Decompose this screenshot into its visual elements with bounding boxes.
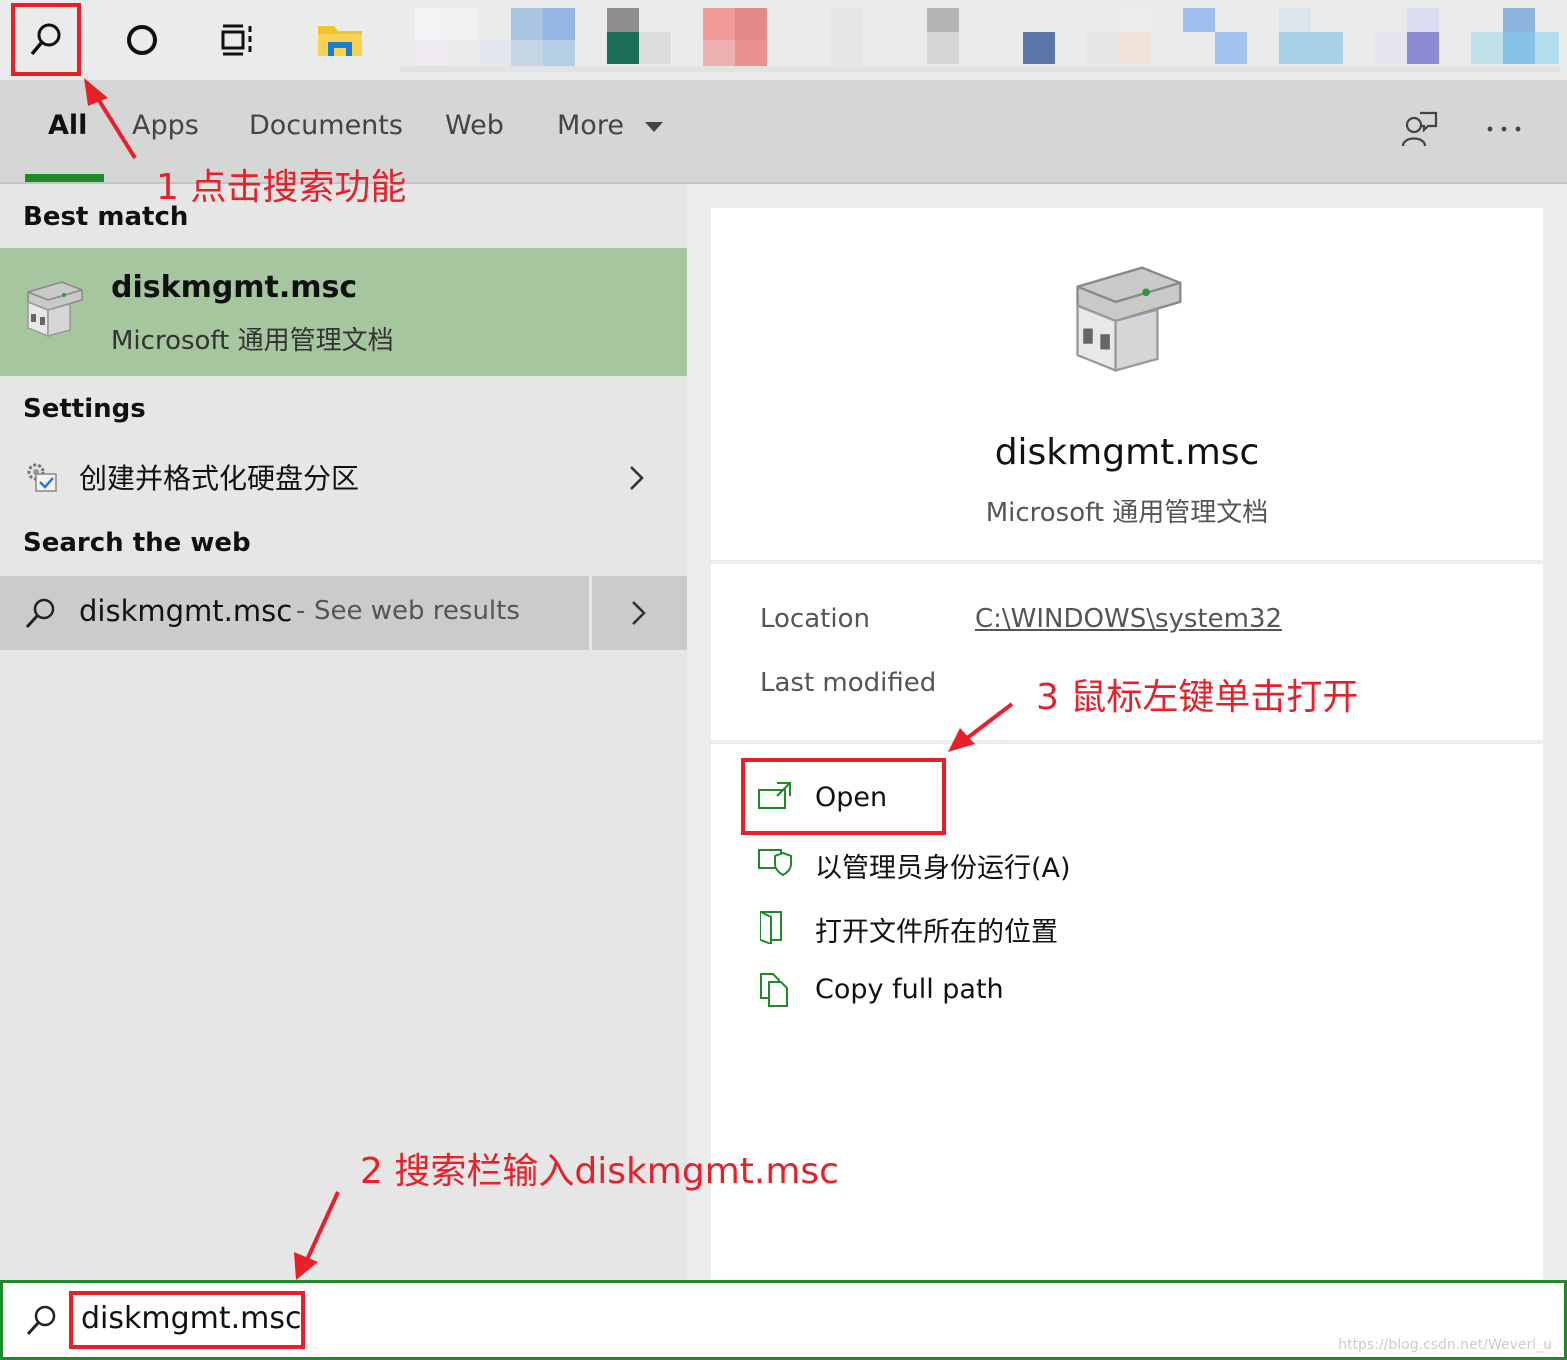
tab-web[interactable]: Web bbox=[445, 110, 504, 141]
web-result-expand-button[interactable] bbox=[592, 576, 687, 650]
web-query: diskmgmt.msc bbox=[79, 594, 293, 628]
settings-result[interactable]: 创建并格式化硬盘分区 bbox=[0, 442, 687, 512]
search-icon bbox=[26, 1305, 56, 1336]
location-label: Location bbox=[760, 604, 870, 634]
folder-icon bbox=[318, 26, 362, 56]
search-icon bbox=[25, 598, 55, 629]
preview-pane: diskmgmt.msc Microsoft 通用管理文档 Location C… bbox=[687, 184, 1567, 1280]
tab-all[interactable]: All bbox=[48, 110, 87, 141]
open-file-location-label: 打开文件所在的位置 bbox=[815, 917, 1058, 948]
cortana-button[interactable] bbox=[106, 4, 178, 76]
chevron-right-icon[interactable] bbox=[628, 464, 646, 492]
folder-location-icon bbox=[760, 911, 782, 944]
cortana-icon bbox=[127, 25, 157, 55]
last-modified-label: Last modified bbox=[760, 668, 937, 698]
location-link[interactable]: C:\WINDOWS\system32 bbox=[975, 604, 1282, 634]
tab-more[interactable]: More bbox=[557, 110, 665, 141]
annotation-step-2: 2 搜索栏输入diskmgmt.msc bbox=[360, 1151, 839, 1192]
task-view-button[interactable] bbox=[202, 4, 274, 76]
web-results-label: See web results bbox=[314, 596, 520, 626]
annotation-box-input bbox=[69, 1291, 305, 1349]
annotation-step-1: 1 点击搜索功能 bbox=[156, 167, 407, 208]
best-match-result[interactable]: diskmgmt.msc Microsoft 通用管理文档 bbox=[0, 248, 687, 376]
settings-result-label: 创建并格式化硬盘分区 bbox=[79, 462, 360, 495]
task-view-icon bbox=[221, 24, 252, 56]
annotation-step-3: 3 鼠标左键单击打开 bbox=[1036, 677, 1359, 718]
chevron-right-icon bbox=[632, 601, 646, 625]
run-as-admin-label: 以管理员身份运行(A) bbox=[815, 853, 1071, 884]
settings-heading: Settings bbox=[23, 394, 146, 424]
preview-title: diskmgmt.msc bbox=[994, 432, 1260, 473]
file-explorer-button[interactable] bbox=[304, 4, 376, 76]
tab-apps[interactable]: Apps bbox=[132, 110, 199, 141]
run-as-admin-action[interactable]: 以管理员身份运行(A) bbox=[757, 842, 1177, 886]
more-options-icon[interactable] bbox=[1484, 124, 1524, 134]
tab-documents[interactable]: Documents bbox=[249, 110, 403, 141]
disk-management-icon bbox=[1076, 266, 1182, 373]
tab-more-label: More bbox=[557, 110, 624, 141]
feedback-icon[interactable] bbox=[1400, 110, 1438, 148]
best-match-subtitle: Microsoft 通用管理文档 bbox=[111, 326, 394, 356]
open-file-location-action[interactable]: 打开文件所在的位置 bbox=[757, 906, 1177, 950]
watermark: https://blog.csdn.net/Weverl_u bbox=[1338, 1337, 1552, 1353]
preview-header: diskmgmt.msc Microsoft 通用管理文档 bbox=[711, 208, 1543, 560]
preview-subtitle: Microsoft 通用管理文档 bbox=[985, 498, 1269, 528]
taskbar bbox=[0, 0, 1567, 80]
active-tab-indicator bbox=[25, 174, 104, 182]
annotation-box-open bbox=[741, 758, 946, 835]
shield-icon bbox=[758, 849, 792, 877]
annotation-box-search bbox=[11, 3, 81, 76]
caret-down-icon bbox=[644, 121, 663, 132]
web-search-result[interactable]: diskmgmt.msc - See web results bbox=[0, 576, 589, 650]
web-separator: - bbox=[296, 596, 306, 626]
disk-management-icon bbox=[27, 281, 83, 338]
best-match-title: diskmgmt.msc bbox=[111, 270, 358, 305]
copy-icon bbox=[760, 973, 788, 1007]
copy-full-path-label: Copy full path bbox=[815, 974, 1004, 1005]
settings-gear-icon bbox=[27, 463, 57, 492]
copy-full-path-action[interactable]: Copy full path bbox=[757, 970, 1177, 1014]
search-web-heading: Search the web bbox=[23, 528, 251, 558]
results-pane: Best match diskmgmt.msc Microsoft 通用管理文档… bbox=[0, 184, 687, 1280]
